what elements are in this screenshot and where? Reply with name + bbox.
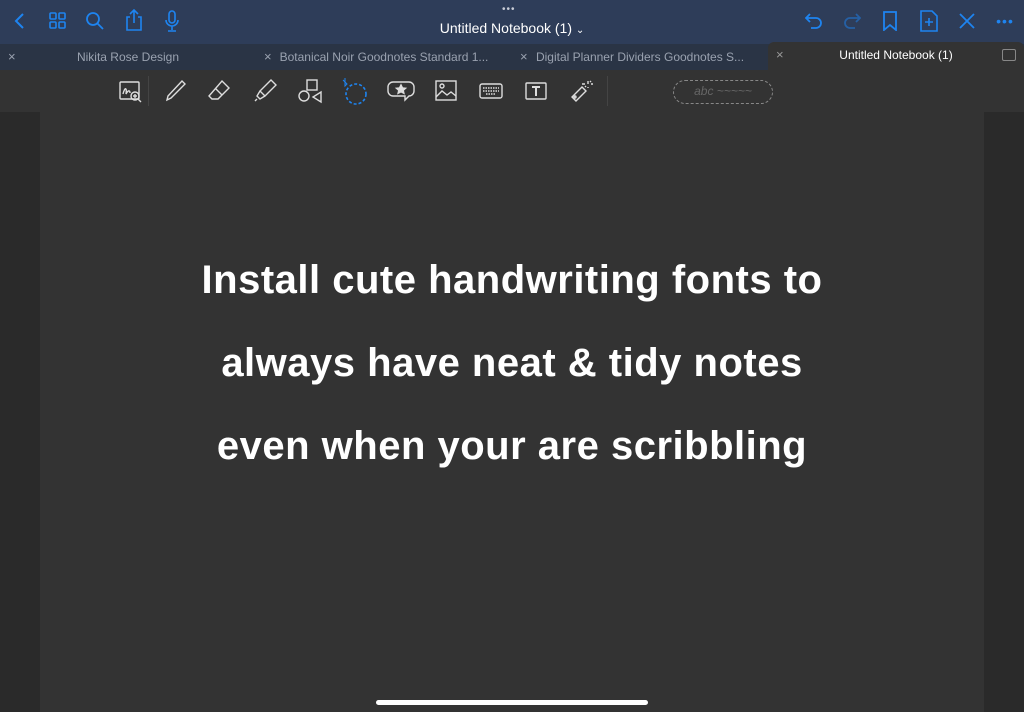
page-text-line: always have neat & tidy notes — [221, 341, 803, 385]
home-indicator[interactable] — [376, 700, 648, 705]
toolbar — [0, 70, 1024, 112]
redo-icon[interactable] — [842, 11, 862, 31]
image-icon[interactable] — [433, 78, 459, 104]
tab-botanical-noir[interactable]: × Botanical Noir Goodnotes Standard 1... — [256, 44, 512, 70]
more-icon[interactable]: ••• — [994, 12, 1016, 30]
split-view-icon[interactable] — [1002, 49, 1016, 61]
undo-icon[interactable] — [804, 11, 824, 31]
top-bar: ••• Untitled Notebook (1) ⌄ ••• — [0, 0, 1024, 44]
add-page-icon[interactable] — [919, 9, 939, 33]
elements-icon[interactable] — [387, 78, 415, 104]
zoom-window-icon[interactable] — [118, 78, 144, 104]
eraser-icon[interactable] — [206, 78, 232, 104]
multitasking-dots-icon[interactable]: ••• — [502, 4, 516, 15]
tab-digital-planner[interactable]: × Digital Planner Dividers Goodnotes S... — [512, 44, 768, 70]
chevron-down-icon: ⌄ — [575, 25, 585, 36]
keyboard-icon[interactable] — [478, 78, 504, 104]
notebook-page[interactable] — [40, 112, 984, 712]
divider — [148, 76, 149, 106]
tab-bar: × Nikita Rose Design × Botanical Noir Good… — [0, 42, 1024, 70]
close-icon[interactable] — [957, 11, 977, 31]
handwriting-input-box[interactable]: abc ~~~~~ — [673, 80, 773, 104]
text-box-icon[interactable] — [523, 78, 549, 104]
document-title[interactable]: Untitled Notebook (1) ⌄ — [0, 20, 1024, 36]
highlighter-icon[interactable] — [252, 78, 278, 104]
tab-untitled-notebook[interactable]: × Untitled Notebook (1) — [768, 42, 1024, 70]
page-text-line: even when your are scribbling — [216, 424, 808, 468]
page-text-line: Install cute handwriting fonts to — [201, 258, 823, 302]
divider — [607, 76, 608, 106]
tab-nikita-rose-design[interactable]: × Nikita Rose Design — [0, 44, 256, 70]
laser-pointer-icon[interactable] — [568, 78, 594, 104]
pen-icon[interactable] — [162, 78, 188, 104]
bookmark-icon[interactable] — [881, 10, 899, 32]
lasso-icon[interactable] — [340, 78, 367, 105]
shapes-icon[interactable] — [297, 78, 323, 104]
